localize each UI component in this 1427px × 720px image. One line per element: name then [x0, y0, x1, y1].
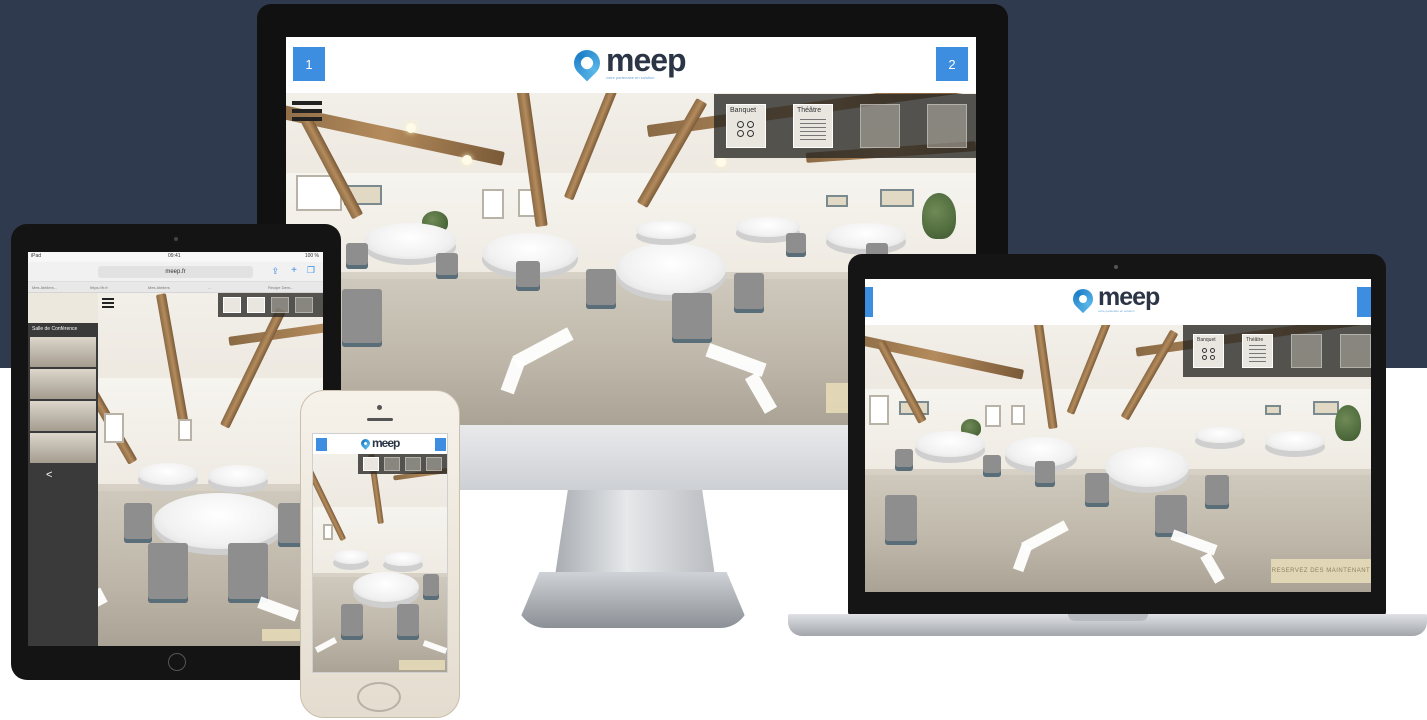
layout-banquet-button[interactable]: Banquet: [1193, 334, 1224, 368]
browser-tab[interactable]: Recipe Dem...: [268, 285, 293, 290]
chair: [436, 253, 458, 279]
meep-logo: meep votre partenaire en solution: [1068, 285, 1160, 314]
reserve-cta-button[interactable]: [399, 660, 445, 670]
layout-3-button[interactable]: [271, 297, 289, 313]
tablet-camera: [174, 237, 178, 241]
window: [482, 189, 504, 219]
laptop-camera: [1114, 265, 1118, 269]
layout-selector: [218, 293, 323, 317]
layout-4-button[interactable]: [927, 104, 967, 148]
desktop-monitor-neck: [555, 490, 715, 576]
layout-3-button[interactable]: [1291, 334, 1322, 368]
brand-name: meep: [606, 42, 687, 78]
tablet-status-bar: iPad 09:41 100 %: [28, 252, 323, 262]
share-icon[interactable]: ⇪: [271, 266, 279, 277]
room-list-panel: Salle de Conférence <: [28, 293, 98, 646]
reserve-cta-button[interactable]: RESERVEZ DES MAINTENANT: [1271, 559, 1371, 583]
new-tab-icon[interactable]: +: [291, 265, 297, 276]
location-pin-icon: [1068, 284, 1098, 314]
venue-emblem: [28, 293, 98, 323]
laptop-screen: RESERVEZ DES MAINTENANT meep votre parte…: [865, 279, 1371, 592]
wall-painting: [880, 189, 914, 207]
room-thumbnail[interactable]: [30, 369, 96, 399]
location-pin-icon: [568, 44, 606, 81]
phone-home-button: [357, 682, 401, 712]
panel-2-button[interactable]: 2: [936, 47, 968, 81]
browser-tab[interactable]: Mes Ateliers: [148, 285, 170, 290]
layout-banquet-button[interactable]: Banquet: [726, 104, 766, 148]
layout-selector: Banquet Théâtre: [714, 94, 976, 158]
room-thumbnail[interactable]: [30, 401, 96, 431]
chair: [586, 269, 616, 309]
room-thumbnail[interactable]: [30, 337, 96, 367]
site-header: 1 meep votre partenaire en solution 2: [286, 37, 976, 93]
chair: [672, 293, 712, 343]
site-header: meep votre partenaire en solution: [865, 279, 1371, 325]
chair: [516, 261, 540, 291]
panel-2-button[interactable]: [435, 438, 446, 451]
site-header: meep: [313, 434, 447, 454]
wall-painting: [826, 195, 848, 207]
venue-panorama[interactable]: [313, 454, 447, 672]
menu-icon[interactable]: [292, 101, 322, 125]
tablet-screen: iPad 09:41 100 % meep.fr ⇪ + ❐ Mes Ateli…: [28, 252, 323, 646]
panel-1-button[interactable]: 1: [293, 47, 325, 81]
layout-banquet-button[interactable]: [223, 297, 241, 313]
chair: [342, 289, 382, 347]
meep-logo: meep: [359, 436, 400, 450]
panel-1-button[interactable]: [316, 438, 327, 451]
chair: [346, 243, 368, 269]
room-list-title: Salle de Conférence: [32, 326, 78, 332]
browser-tab[interactable]: Mes Ateliers...: [32, 285, 57, 290]
tablet-home-button: [168, 653, 186, 671]
layout-theatre-button[interactable]: [247, 297, 265, 313]
chair: [734, 273, 764, 313]
browser-tab[interactable]: https://fr.fr: [90, 285, 108, 290]
layout-4-button[interactable]: [426, 457, 442, 471]
panel-1-button[interactable]: [865, 287, 873, 317]
plant: [922, 193, 956, 239]
browser-tab[interactable]: ...: [208, 285, 211, 290]
banquet-layout-icon: [1201, 347, 1216, 360]
panel-2-button[interactable]: [1357, 287, 1371, 317]
chair: [786, 233, 806, 257]
phone-screen: meep: [312, 433, 448, 673]
menu-icon[interactable]: [102, 298, 114, 310]
layout-banquet-button[interactable]: [363, 457, 379, 471]
layout-3-button[interactable]: [405, 457, 421, 471]
theatre-layout-icon: [1249, 345, 1266, 362]
round-table: [636, 221, 696, 239]
layout-theatre-button[interactable]: [384, 457, 400, 471]
layout-4-button[interactable]: [295, 297, 313, 313]
meep-logo: meep votre partenaire en solution: [568, 42, 687, 81]
theatre-layout-icon: [800, 119, 826, 142]
layout-4-button[interactable]: [1340, 334, 1371, 368]
layout-theatre-button[interactable]: Théâtre: [793, 104, 833, 148]
laptop-notch: [1068, 614, 1148, 621]
layout-selector: [358, 454, 447, 474]
layout-theatre-button[interactable]: Théâtre: [1242, 334, 1273, 368]
round-table: [616, 243, 726, 295]
phone-camera: [377, 405, 382, 410]
share-icon[interactable]: <: [28, 465, 98, 485]
room-thumbnail[interactable]: [30, 433, 96, 463]
location-pin-icon: [359, 436, 372, 450]
address-bar[interactable]: meep.fr: [98, 266, 253, 278]
layout-3-button[interactable]: [860, 104, 900, 148]
tabs-icon[interactable]: ❐: [307, 265, 315, 276]
desktop-monitor-foot: [516, 572, 750, 628]
phone-speaker: [367, 418, 393, 421]
layout-selector: Banquet Théâtre: [1183, 325, 1371, 377]
browser-toolbar: meep.fr ⇪ + ❐: [28, 262, 323, 282]
browser-tabs: Mes Ateliers... https://fr.fr Mes Atelie…: [28, 282, 323, 293]
banquet-layout-icon: [737, 121, 755, 138]
